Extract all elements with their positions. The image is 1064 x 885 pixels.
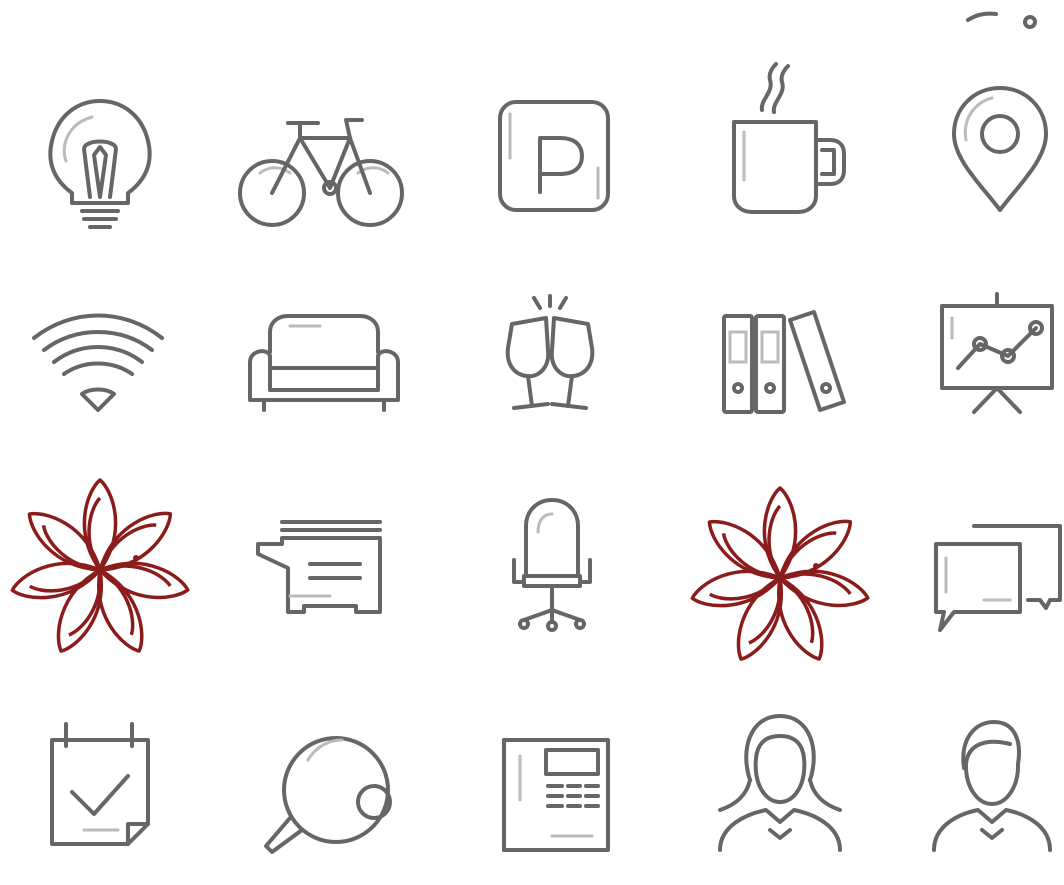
lightbulb-icon	[0, 65, 200, 265]
woman-avatar-icon	[680, 680, 880, 880]
flower-logo-icon	[0, 470, 200, 670]
coffee-mug-icon	[690, 60, 890, 260]
wifi-icon	[0, 264, 198, 464]
partial-corner-icon	[960, 0, 1064, 40]
flower-logo-icon	[680, 478, 880, 678]
office-chair-icon	[452, 472, 652, 672]
presentation-chart-icon	[900, 258, 1064, 458]
ping-pong-icon	[220, 680, 420, 880]
printer-icon	[220, 472, 420, 672]
man-avatar-icon	[890, 680, 1064, 880]
calendar-check-icon	[0, 680, 200, 880]
parking-icon: P	[452, 68, 652, 268]
desk-phone-icon	[452, 680, 652, 880]
binders-icon	[680, 258, 880, 458]
bicycle-icon	[220, 78, 420, 278]
map-pin-icon	[900, 60, 1064, 260]
sofa-icon	[220, 260, 420, 460]
champagne-toast-icon	[450, 260, 650, 460]
chat-bubbles-icon	[900, 472, 1064, 672]
